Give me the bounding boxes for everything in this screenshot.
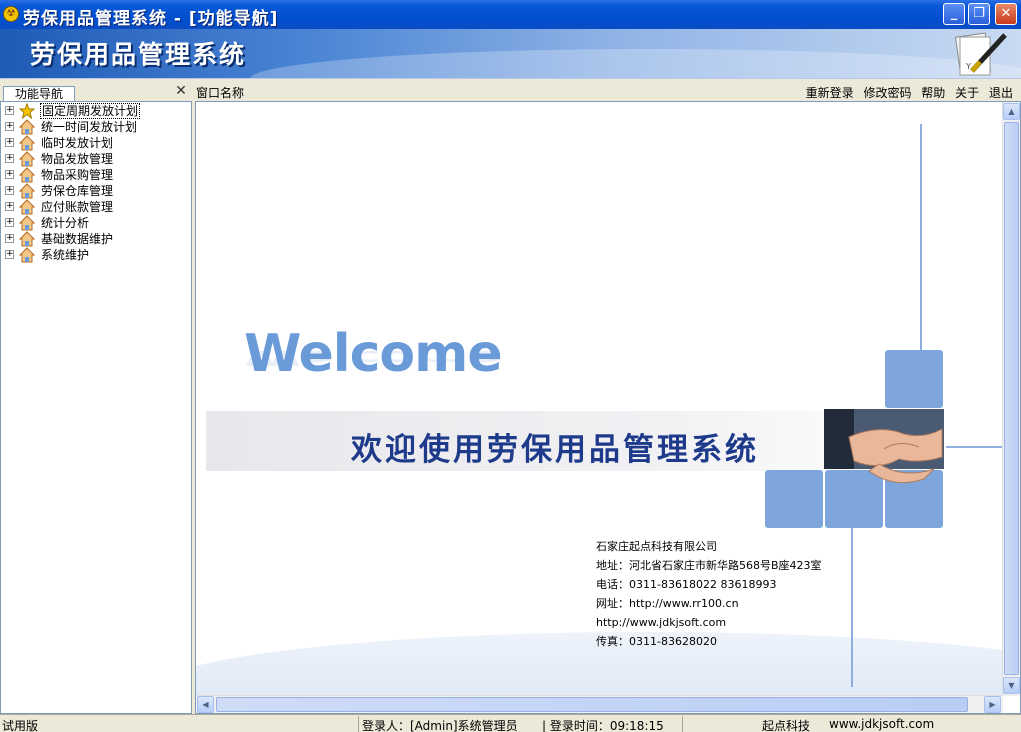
company-phone: 电话：0311-83618022 83618993	[596, 578, 777, 591]
close-icon[interactable]: ✕	[174, 84, 188, 98]
welcome-title: 欢迎使用劳保用品管理系统	[351, 432, 759, 468]
pen-icon: Y	[954, 32, 1007, 76]
login-user: 登录人：[Admin]系统管理员	[362, 719, 518, 732]
home-icon	[19, 119, 35, 135]
scroll-down-button[interactable]: ▼	[1003, 677, 1020, 694]
top-links: 重新登录 修改密码 帮助 关于 退出	[800, 84, 1013, 101]
expand-icon[interactable]: +	[5, 186, 14, 195]
expand-icon[interactable]: +	[5, 122, 14, 131]
expand-icon[interactable]: +	[5, 250, 14, 259]
home-icon	[19, 199, 35, 215]
tree-item-label: 系统维护	[41, 248, 90, 262]
home-icon	[19, 183, 35, 199]
decor-line	[851, 507, 853, 687]
tree-item-label: 固定周期发放计划	[40, 103, 141, 119]
tree-item-label: 临时发放计划	[41, 136, 114, 150]
navigation-tree: + 固定周期发放计划 + 统一时间发放计划 + 临时发放计划 + 物品发放管理 …	[0, 101, 192, 714]
scroll-thumb[interactable]	[1004, 122, 1019, 675]
app-banner: 劳保用品管理系统 Y	[0, 29, 1021, 78]
handshake-image	[824, 409, 944, 484]
tree-item-label: 统计分析	[41, 216, 90, 230]
status-website: www.jdkjsoft.com	[829, 717, 935, 731]
decor-line	[944, 446, 1003, 448]
svg-text:Y: Y	[965, 62, 971, 71]
decor-square	[765, 470, 823, 528]
company-info: 石家庄起点科技有限公司 地址：河北省石家庄市新华路568号B座423室 电话：0…	[596, 537, 822, 651]
about-link[interactable]: 关于	[955, 86, 979, 100]
home-icon	[19, 231, 35, 247]
welcome-page: Welcome Welcome 欢迎使用劳保用品管理系统 石家庄起点科技有限公司…	[196, 102, 1003, 695]
vertical-scrollbar[interactable]: ▲ ▼	[1002, 102, 1020, 696]
star-icon	[19, 103, 35, 119]
window-title: 劳保用品管理系统 - [功能导航]	[23, 9, 279, 29]
login-time: | 登录时间：09:18:15	[542, 719, 664, 732]
decor-square	[885, 350, 943, 408]
app-icon[interactable]: ☢	[3, 6, 19, 22]
tree-item-label: 基础数据维护	[41, 232, 114, 246]
company-website-2: http://www.jdkjsoft.com	[596, 616, 727, 629]
minimize-button[interactable]: _	[943, 3, 965, 25]
company-fax: 传真：0311-83628020	[596, 635, 717, 648]
change-password-link[interactable]: 修改密码	[863, 86, 911, 100]
relogin-link[interactable]: 重新登录	[806, 86, 854, 100]
home-icon	[19, 151, 35, 167]
help-link[interactable]: 帮助	[921, 86, 945, 100]
company-website: 网址：http://www.rr100.cn	[596, 597, 739, 610]
scroll-left-button[interactable]: ◀	[197, 696, 214, 713]
home-icon	[19, 135, 35, 151]
expand-icon[interactable]: +	[5, 218, 14, 227]
status-bar: 试用版 登录人：[Admin]系统管理员 | 登录时间：09:18:15 起点科…	[0, 714, 1021, 732]
expand-icon[interactable]: +	[5, 138, 14, 147]
edition-label: 试用版	[2, 719, 39, 732]
banner-title: 劳保用品管理系统	[30, 40, 247, 69]
tree-item-label: 应付账款管理	[41, 200, 114, 214]
expand-icon[interactable]: +	[5, 202, 14, 211]
tree-item-label: 统一时间发放计划	[41, 120, 138, 134]
exit-link[interactable]: 退出	[989, 86, 1013, 100]
tree-item-label: 劳保仓库管理	[41, 184, 114, 198]
expand-icon[interactable]: +	[5, 234, 14, 243]
home-icon	[19, 247, 35, 263]
decor-line	[920, 124, 922, 354]
content-area: Welcome Welcome 欢迎使用劳保用品管理系统 石家庄起点科技有限公司…	[195, 101, 1021, 714]
expand-icon[interactable]: +	[5, 170, 14, 179]
banner-decoration	[250, 49, 1021, 78]
home-icon	[19, 167, 35, 183]
toolbar: 功能导航 ✕ 窗口名称 重新登录 修改密码 帮助 关于 退出	[0, 78, 1021, 102]
maximize-button[interactable]: ❐	[968, 3, 990, 25]
title-bar[interactable]: ☢ 劳保用品管理系统 - [功能导航] _ ❐ ✕	[0, 0, 1021, 29]
tree-item-label: 物品发放管理	[41, 152, 114, 166]
welcome-reflection: Welcome	[244, 346, 502, 370]
status-divider	[682, 716, 683, 732]
expand-icon[interactable]: +	[5, 106, 14, 115]
scroll-right-button[interactable]: ▶	[984, 696, 1001, 713]
company-name: 石家庄起点科技有限公司	[596, 540, 717, 553]
status-divider	[358, 716, 359, 732]
scroll-thumb[interactable]	[216, 697, 968, 712]
scroll-up-button[interactable]: ▲	[1003, 103, 1020, 120]
status-company: 起点科技	[762, 719, 811, 732]
tree-item-label: 物品采购管理	[41, 168, 114, 182]
horizontal-scrollbar[interactable]: ◀ ▶	[196, 695, 1003, 713]
home-icon	[19, 215, 35, 231]
tab-function-nav[interactable]: 功能导航	[3, 86, 75, 102]
company-address: 地址：河北省石家庄市新华路568号B座423室	[596, 559, 822, 572]
expand-icon[interactable]: +	[5, 154, 14, 163]
window-name-label: 窗口名称	[196, 86, 245, 100]
close-button[interactable]: ✕	[995, 3, 1017, 25]
